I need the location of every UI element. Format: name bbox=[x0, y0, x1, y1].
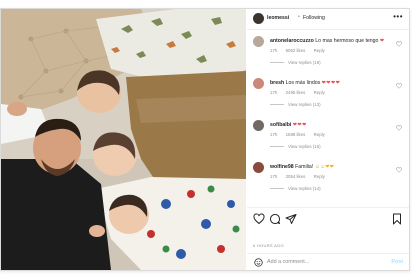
view-replies-label: View replies (19) bbox=[288, 60, 321, 65]
commenter-username[interactable]: sofibalbi bbox=[270, 122, 291, 128]
comment-item: wolfine98 Familia! ☺☺❤❤ 17h 2054 likes R… bbox=[253, 162, 405, 204]
comment-heart-icon[interactable] bbox=[396, 125, 402, 131]
comment-text: bresh Los más lindos ❤❤❤❤ bbox=[270, 80, 340, 87]
comment-time: 17h bbox=[270, 90, 278, 95]
comment-emoji: ❤❤❤ bbox=[292, 122, 307, 128]
comment-input[interactable]: Add a comment... bbox=[267, 259, 309, 265]
comment-heart-icon[interactable] bbox=[396, 83, 402, 89]
comment-emoji: ❤❤❤❤ bbox=[321, 80, 341, 86]
comment-time: 17h bbox=[270, 174, 278, 179]
following-button[interactable]: Following bbox=[303, 15, 325, 21]
reply-button[interactable]: Reply bbox=[314, 90, 325, 95]
comment-icon[interactable] bbox=[269, 213, 281, 225]
comment-text: wolfine98 Familia! ☺☺❤❤ bbox=[270, 164, 334, 171]
comment-heart-icon[interactable] bbox=[396, 41, 402, 47]
comment-meta: 17h 2054 likes Reply bbox=[270, 174, 332, 179]
reply-button[interactable]: Reply bbox=[314, 48, 325, 53]
comment-emoji: ❤ bbox=[379, 38, 385, 44]
view-replies-button[interactable]: View replies (13) bbox=[270, 102, 321, 107]
comments-list: antonelaroccuzzo Lo mas hermoso que teng… bbox=[247, 30, 409, 206]
comment-item: antonelaroccuzzo Lo mas hermoso que teng… bbox=[253, 36, 405, 78]
comment-meta: 17h 1598 likes Reply bbox=[270, 132, 332, 137]
post-modal: leomessi • Following ••• antonelaroccuzz… bbox=[0, 8, 410, 271]
emoji-icon[interactable] bbox=[254, 258, 263, 267]
view-replies-label: View replies (15) bbox=[288, 144, 321, 149]
comment-likes[interactable]: 6052 likes bbox=[286, 48, 306, 53]
comment-body: Los más lindos bbox=[285, 80, 321, 86]
photo-illustration bbox=[1, 9, 246, 270]
share-icon[interactable] bbox=[285, 213, 297, 225]
comment-time: 17h bbox=[270, 48, 278, 53]
commenter-username[interactable]: antonelaroccuzzo bbox=[270, 38, 314, 44]
commenter-username[interactable]: wolfine98 bbox=[270, 164, 294, 170]
comment-meta: 17h 2495 likes Reply bbox=[270, 90, 332, 95]
post-header: leomessi • Following ••• bbox=[247, 9, 409, 30]
reply-button[interactable]: Reply bbox=[314, 174, 325, 179]
heart-icon[interactable] bbox=[253, 213, 265, 225]
view-replies-label: View replies (13) bbox=[288, 102, 321, 107]
comment-item: bresh Los más lindos ❤❤❤❤ 17h 2495 likes… bbox=[253, 78, 405, 120]
bookmark-icon[interactable] bbox=[391, 213, 403, 225]
view-replies-label: View replies (14) bbox=[288, 186, 321, 191]
comment-text: antonelaroccuzzo Lo mas hermoso que teng… bbox=[270, 38, 385, 45]
view-replies-button[interactable]: View replies (15) bbox=[270, 144, 321, 149]
more-icon[interactable]: ••• bbox=[393, 12, 403, 21]
comment-likes[interactable]: 2054 likes bbox=[286, 174, 306, 179]
comment-text: sofibalbi ❤❤❤ bbox=[270, 122, 307, 129]
post-comment-button[interactable]: Post bbox=[391, 259, 403, 265]
commenter-avatar[interactable] bbox=[253, 120, 264, 131]
comment-meta: 17h 6052 likes Reply bbox=[270, 48, 332, 53]
commenter-avatar[interactable] bbox=[253, 36, 264, 47]
author-username[interactable]: leomessi bbox=[267, 15, 289, 21]
commenter-username[interactable]: bresh bbox=[270, 80, 284, 86]
header-separator: • bbox=[298, 14, 300, 20]
reply-button[interactable]: Reply bbox=[314, 132, 325, 137]
view-replies-button[interactable]: View replies (19) bbox=[270, 60, 321, 65]
view-replies-button[interactable]: View replies (14) bbox=[270, 186, 321, 191]
comment-likes[interactable]: 1598 likes bbox=[286, 132, 306, 137]
comment-emoji: ☺☺❤❤ bbox=[314, 164, 335, 170]
add-comment-bar: Add a comment... Post bbox=[247, 253, 409, 271]
comment-body: Familia! bbox=[295, 164, 314, 170]
post-photo[interactable] bbox=[1, 9, 246, 270]
comment-time: 17h bbox=[270, 132, 278, 137]
commenter-avatar[interactable] bbox=[253, 78, 264, 89]
post-actions: 6 HOURS AGO bbox=[247, 207, 409, 248]
commenter-avatar[interactable] bbox=[253, 162, 264, 173]
post-timestamp: 6 HOURS AGO bbox=[253, 243, 284, 248]
comment-item: sofibalbi ❤❤❤ 17h 1598 likes Reply View … bbox=[253, 120, 405, 162]
comment-heart-icon[interactable] bbox=[396, 167, 402, 173]
comment-body: Lo mas hermoso que tengo bbox=[315, 38, 379, 44]
comment-likes[interactable]: 2495 likes bbox=[286, 90, 306, 95]
author-avatar[interactable] bbox=[253, 13, 264, 24]
post-side-panel: leomessi • Following ••• antonelaroccuzz… bbox=[247, 9, 409, 270]
